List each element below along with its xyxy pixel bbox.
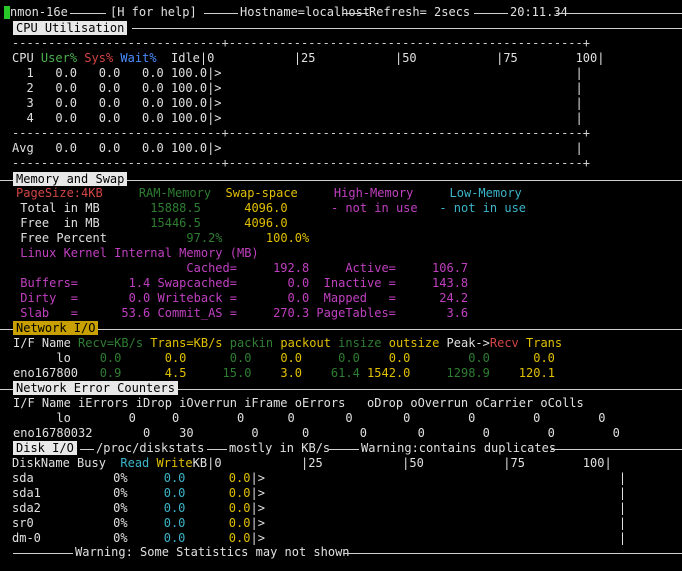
disk-row: dm-0 0% 0.0 0.0|> | [12, 531, 627, 545]
network-section-header: Network I/O [13, 321, 99, 335]
disk-source-path: /proc/diskstats [96, 441, 205, 455]
cpu-row: 1 0.0 0.0 0.0 100.0|> | [12, 66, 583, 80]
disk-section-header: Disk I/O [13, 441, 77, 455]
cpu-section-header: CPU Utilisation [13, 21, 128, 35]
memory-free-row: Free in MB 15446.5 4096.0 [13, 216, 288, 230]
memory-total-row: Total in MB 15888.5 4096.0 - not in use … [13, 201, 527, 215]
cpu-graph-top-border: -----------------------------+----------… [12, 36, 590, 50]
disk-row: sda 0% 0.0 0.0|> | [12, 471, 627, 485]
memory-percent-row: Free Percent 97.2% 100.0% [13, 231, 310, 245]
cpu-avg-row: Avg 0.0 0.0 0.0 100.0|> | [12, 141, 583, 155]
kernel-memory-row: Dirty = 0.0 Writeback = 0.0 Mapped = 24.… [13, 291, 469, 305]
title-bar: nmon-16e [4, 5, 68, 20]
disk-units-note: mostly in KB/s [229, 441, 331, 455]
cpu-graph-mid-border: -----------------------------+----------… [12, 126, 590, 140]
net-errors-section-header: Network Error Counters [13, 381, 178, 395]
cpu-row: 3 0.0 0.0 0.0 100.0|> | [12, 96, 583, 110]
refresh-label: Refresh= 2secs [369, 5, 471, 19]
terminal-window: nmon-16e [H for help] Hostname=localhost… [0, 0, 682, 571]
disk-column-header: DiskName Busy Read WriteKB|0 |25 |50 |75… [12, 456, 612, 470]
net-errors-column-header: I/F Name iErrors iDrop iOverrun iFrame o… [13, 396, 584, 410]
network-row: eno167800 0.9 4.5 15.0 3.0 61.4 1542.0 1… [13, 366, 555, 380]
net-errors-row: lo 0 0 0 0 0 0 0 0 0 [13, 411, 606, 425]
net-errors-row: eno16780032 0 30 0 0 0 0 0 0 0 [13, 426, 620, 440]
cpu-row: 4 0.0 0.0 0.0 100.0|> | [12, 111, 583, 125]
help-hint: [H for help] [110, 5, 197, 19]
cpu-graph-bottom-border: -----------------------------+----------… [12, 156, 590, 170]
disk-row: sda1 0% 0.0 0.0|> | [12, 486, 627, 500]
disk-duplicates-warning: Warning:contains duplicates [361, 441, 557, 455]
network-column-header: I/F Name Recv=KB/s Trans=KB/s packin pac… [13, 336, 563, 350]
footer-warning: Warning: Some Statistics may not shown [75, 545, 350, 559]
kernel-memory-row: Cached= 192.8 Active= 106.7 [13, 261, 469, 275]
kernel-memory-title: Linux Kernel Internal Memory (MB) [13, 246, 259, 260]
cpu-row: 2 0.0 0.0 0.0 100.0|> | [12, 81, 583, 95]
network-row: lo 0.0 0.0 0.0 0.0 0.0 0.0 0.0 0.0 [13, 351, 555, 365]
app-name: nmon-16e [10, 5, 68, 19]
kernel-memory-row: Slab = 53.6 Commit_AS = 270.3 PageTables… [13, 306, 469, 320]
memory-section-header: Memory and Swap [13, 172, 128, 186]
disk-row: sr0 0% 0.0 0.0|> | [12, 516, 627, 530]
cpu-column-header: CPU User% Sys% Wait% Idle|0 |25 |50 |75 … [12, 51, 605, 65]
memory-column-header: PageSize:4KB RAM-Memory Swap-space High-… [16, 186, 522, 200]
disk-row: sda2 0% 0.0 0.0|> | [12, 501, 627, 515]
kernel-memory-row: Buffers= 1.4 Swapcached= 0.0 Inactive = … [13, 276, 469, 290]
